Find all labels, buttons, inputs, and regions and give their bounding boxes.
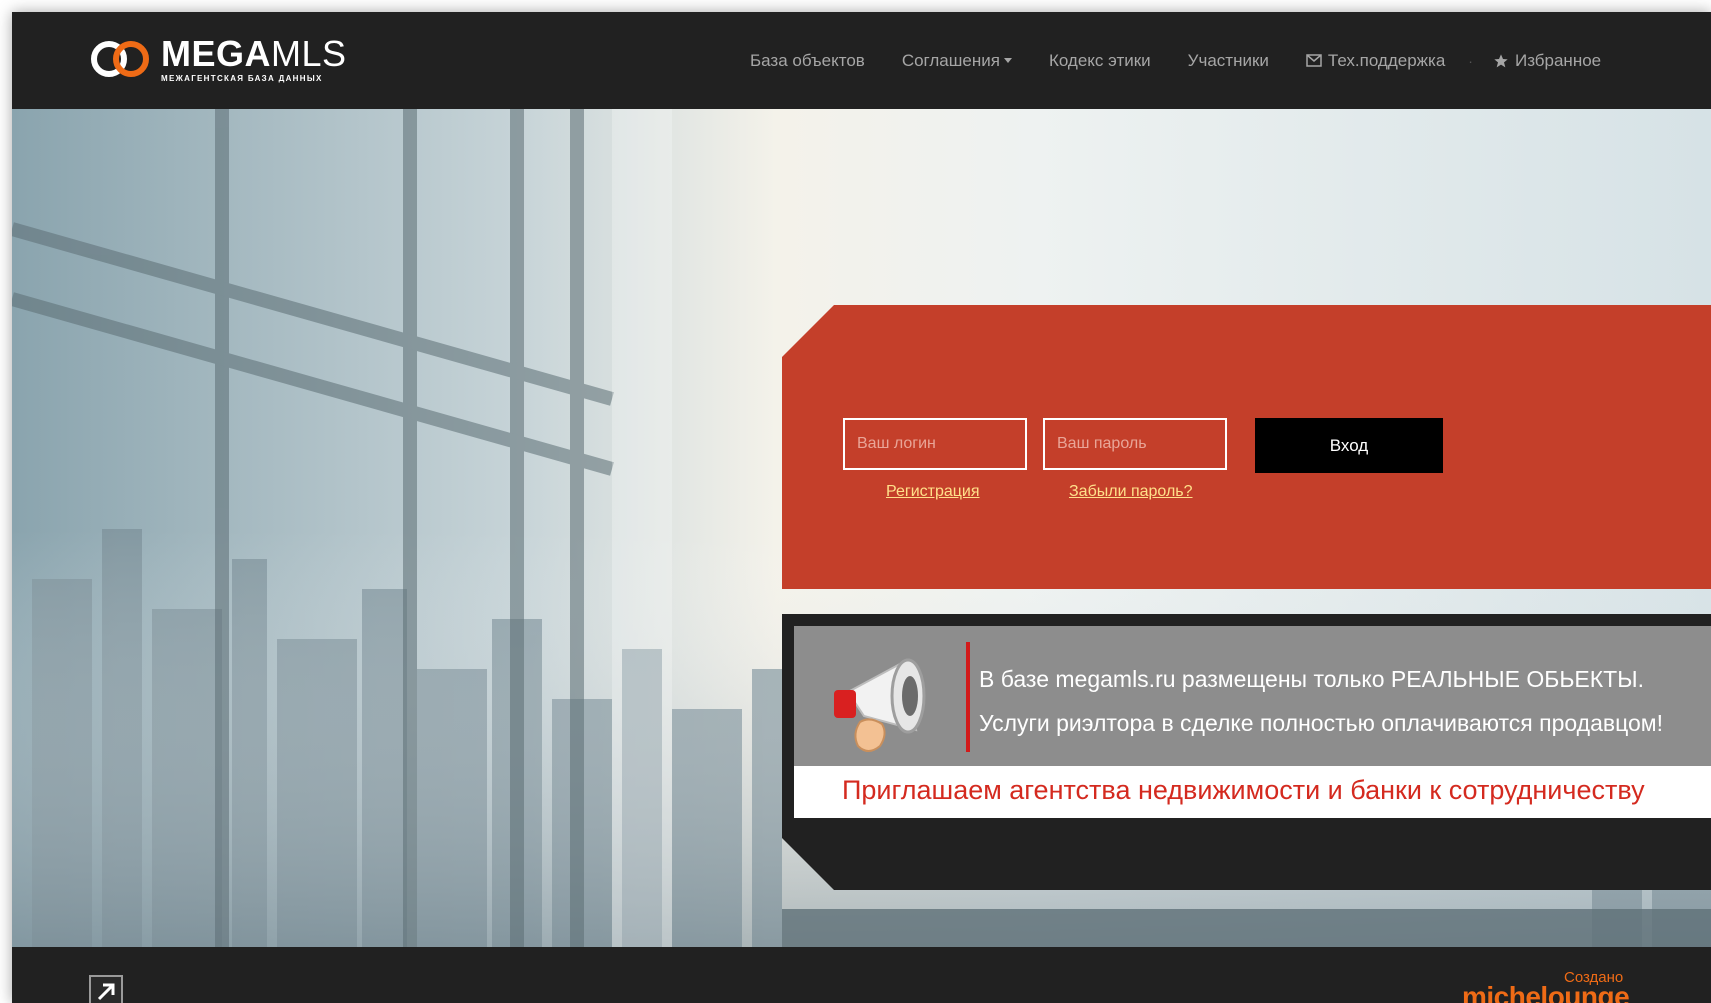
nav-support[interactable]: Тех.поддержка <box>1306 51 1445 71</box>
info-line-seller-pays: Услуги риэлтора в сделке полностью оплач… <box>979 710 1664 736</box>
invite-bar: Приглашаем агентства недвижимости и банк… <box>794 766 1711 818</box>
caret-down-icon <box>1003 58 1012 63</box>
expand-arrow-icon <box>97 983 115 1001</box>
logo[interactable]: MEGAMLS МЕЖАГЕНТСКАЯ БАЗА ДАННЫХ <box>89 30 347 88</box>
star-icon <box>1493 53 1509 69</box>
nav-ethics[interactable]: Кодекс этики <box>1049 51 1151 71</box>
nav-agreements-dropdown[interactable]: Соглашения <box>902 51 1012 71</box>
login-button[interactable]: Вход <box>1255 418 1443 473</box>
info-notice: В базе megamls.ru размещены только РЕАЛЬ… <box>794 626 1711 766</box>
info-banner: В базе megamls.ru размещены только РЕАЛЬ… <box>782 614 1711 890</box>
nav-objects[interactable]: База объектов <box>750 51 865 71</box>
nav-members[interactable]: Участники <box>1188 51 1269 71</box>
footer-brand-link[interactable]: michelounge <box>1462 981 1630 1003</box>
register-link[interactable]: Регистрация <box>886 483 980 501</box>
site-header: MEGAMLS МЕЖАГЕНТСКАЯ БАЗА ДАННЫХ База об… <box>12 12 1711 109</box>
login-input[interactable] <box>843 418 1027 470</box>
main-nav: База объектов Соглашения Кодекс этики Уч… <box>750 12 1638 109</box>
password-input[interactable] <box>1043 418 1227 470</box>
nav-favorites[interactable]: Избранное <box>1493 51 1601 71</box>
nav-separator: · <box>1468 52 1473 69</box>
expand-button[interactable] <box>89 975 123 1003</box>
info-line-real-objects: В базе megamls.ru размещены только РЕАЛЬ… <box>979 666 1644 692</box>
glass-facade-image <box>12 109 672 947</box>
forgot-password-link[interactable]: Забыли пароль? <box>1069 483 1193 501</box>
megaphone-icon <box>834 658 926 752</box>
info-divider <box>966 642 970 752</box>
hero-background: Вход Регистрация Забыли пароль? В базе m… <box>12 109 1711 947</box>
logo-title: MEGAMLS <box>161 32 347 74</box>
login-panel: Вход Регистрация Забыли пароль? <box>782 305 1711 589</box>
envelope-icon <box>1306 54 1322 67</box>
invite-text: Приглашаем агентства недвижимости и банк… <box>842 775 1645 805</box>
logo-infinity-icon <box>91 41 149 77</box>
page: MEGAMLS МЕЖАГЕНТСКАЯ БАЗА ДАННЫХ База об… <box>12 12 1711 1003</box>
logo-subtitle: МЕЖАГЕНТСКАЯ БАЗА ДАННЫХ <box>161 73 323 83</box>
site-footer: Создано michelounge <box>12 947 1711 1003</box>
